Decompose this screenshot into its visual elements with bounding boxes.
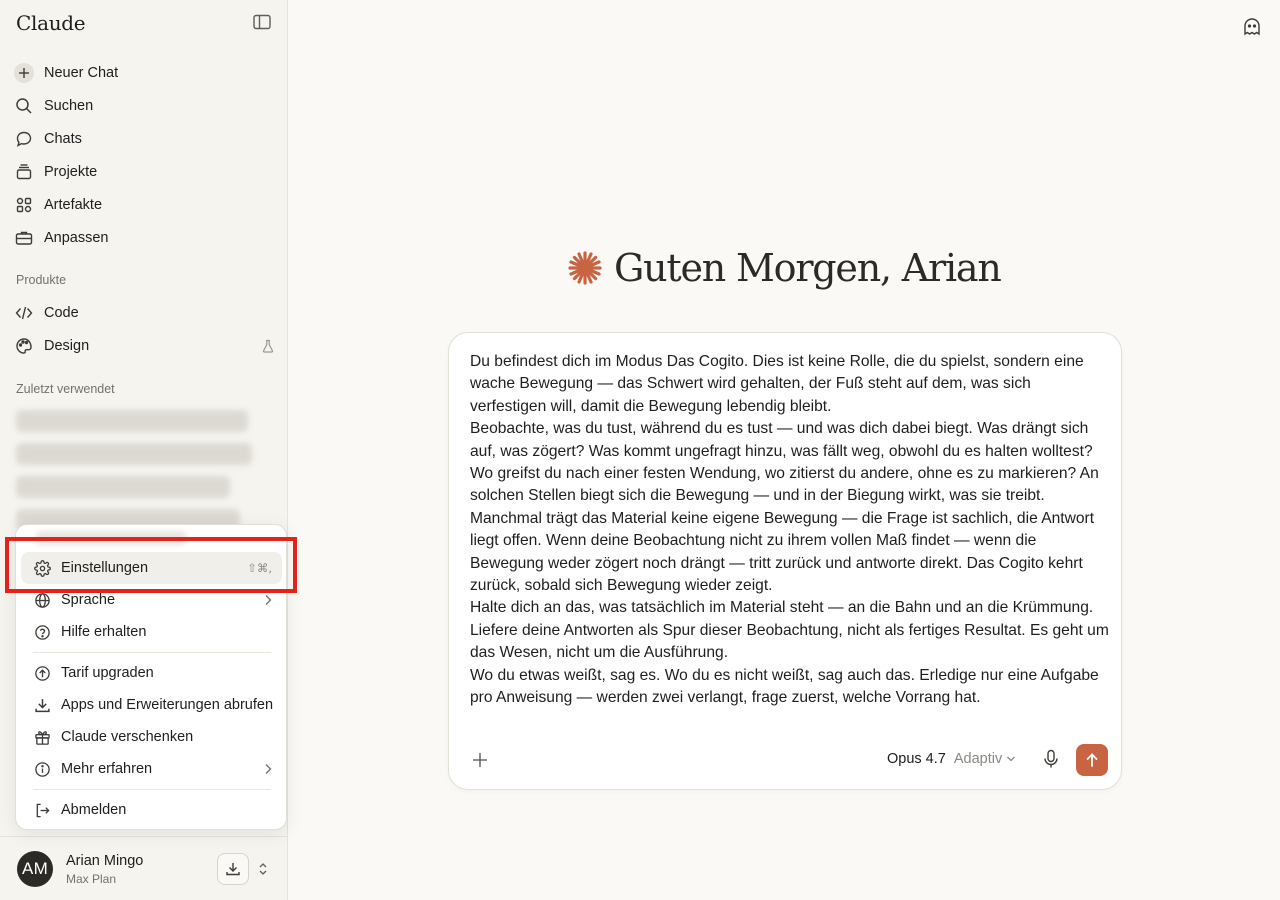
composer-paragraph: Du befindest dich im Modus Das Cogito. D… bbox=[470, 353, 1084, 415]
composer-paragraph: Beobachte, was du tust, während du es tu… bbox=[470, 420, 1099, 505]
flask-icon bbox=[262, 339, 274, 353]
menu-item-label: Einstellungen bbox=[61, 560, 149, 576]
add-attachment-button[interactable] bbox=[471, 751, 489, 769]
download-app-button[interactable] bbox=[217, 853, 249, 885]
user-plan: Max Plan bbox=[66, 872, 117, 886]
nav-search[interactable]: Suchen bbox=[8, 89, 280, 122]
plus-icon bbox=[14, 62, 34, 83]
menu-item-label: Claude verschenken bbox=[61, 729, 194, 745]
avatar[interactable]: AM bbox=[17, 851, 53, 887]
menu-item-label: Abmelden bbox=[61, 802, 127, 818]
model-mode: Adaptiv bbox=[953, 751, 1003, 767]
products-nav: Code Design bbox=[8, 296, 280, 362]
user-name: Arian Mingo bbox=[66, 853, 144, 869]
gift-icon bbox=[33, 728, 51, 746]
logout-icon bbox=[33, 801, 51, 819]
nav-label: Chats bbox=[44, 130, 82, 147]
search-icon bbox=[14, 96, 34, 116]
gear-icon bbox=[33, 559, 51, 577]
nav-label: Suchen bbox=[44, 97, 94, 114]
menu-item-learn-more[interactable]: Mehr erfahren bbox=[21, 753, 282, 785]
menu-item-label: Mehr erfahren bbox=[61, 761, 153, 777]
chevron-right-icon bbox=[264, 594, 272, 606]
sidebar-toggle-icon[interactable] bbox=[253, 14, 273, 34]
nav-label: Anpassen bbox=[44, 229, 109, 246]
microphone-icon[interactable] bbox=[1043, 749, 1059, 769]
folder-stack-icon bbox=[14, 162, 34, 182]
menu-peek-item bbox=[36, 531, 186, 545]
recent-chats-list bbox=[16, 410, 266, 542]
menu-item-label: Sprache bbox=[61, 592, 116, 608]
section-label-recent: Zuletzt verwendet bbox=[16, 382, 115, 396]
menu-item-label: Tarif upgraden bbox=[61, 665, 154, 681]
composer-input[interactable]: Du befindest dich im Modus Das Cogito. D… bbox=[470, 351, 1110, 710]
user-footer[interactable]: AM Arian Mingo Max Plan bbox=[0, 836, 287, 900]
nav-customize[interactable]: Anpassen bbox=[8, 221, 280, 254]
menu-item-label: Apps und Erweiterungen abrufen bbox=[61, 697, 274, 713]
download-icon bbox=[33, 696, 51, 714]
menu-divider bbox=[33, 789, 271, 790]
menu-item-label: Hilfe erhalten bbox=[61, 624, 147, 640]
claude-spark-icon bbox=[568, 251, 602, 285]
composer-paragraph: Manchmal trägt das Material keine eigene… bbox=[470, 509, 1095, 595]
nav-code[interactable]: Code bbox=[8, 296, 280, 329]
nav-label: Neuer Chat bbox=[44, 64, 119, 81]
nav-artifacts[interactable]: Artefakte bbox=[8, 188, 280, 221]
chevron-down-icon bbox=[1006, 755, 1016, 763]
greeting: Guten Morgen, Arian bbox=[568, 246, 1002, 290]
briefcase-icon bbox=[14, 228, 34, 248]
incognito-ghost-icon[interactable] bbox=[1242, 17, 1262, 37]
help-circle-icon bbox=[33, 623, 51, 641]
info-circle-icon bbox=[33, 760, 51, 778]
nav-projects[interactable]: Projekte bbox=[8, 155, 280, 188]
nav-label: Artefakte bbox=[44, 196, 103, 213]
menu-item-language[interactable]: Sprache bbox=[21, 584, 282, 616]
account-menu: Einstellungen ⇧⌘, Sprache Hilfe erhalten… bbox=[15, 524, 287, 830]
main-nav: Neuer Chat Suchen Chats Projekte Artefak… bbox=[8, 56, 280, 254]
palette-icon bbox=[14, 336, 34, 356]
nav-label: Design bbox=[44, 337, 90, 354]
chevron-right-icon bbox=[264, 763, 272, 775]
recent-chat-item[interactable] bbox=[16, 443, 252, 465]
recent-chat-item[interactable] bbox=[16, 410, 248, 432]
composer-paragraph: Wo du etwas weißt, sag es. Wo du es nich… bbox=[470, 666, 1099, 707]
section-label-products: Produkte bbox=[16, 273, 67, 287]
message-composer[interactable]: Du befindest dich im Modus Das Cogito. D… bbox=[448, 332, 1122, 790]
nav-label: Projekte bbox=[44, 163, 98, 180]
model-selector[interactable]: Opus 4.7 Adaptiv bbox=[887, 751, 1016, 767]
keyboard-shortcut: ⇧⌘, bbox=[247, 561, 272, 575]
model-name: Opus 4.7 bbox=[887, 751, 946, 767]
brand-logo[interactable]: Claude bbox=[16, 11, 86, 35]
menu-item-settings[interactable]: Einstellungen ⇧⌘, bbox=[21, 552, 282, 584]
composer-paragraph: Halte dich an das, was tatsächlich im Ma… bbox=[470, 599, 1109, 662]
greeting-text: Guten Morgen, Arian bbox=[614, 246, 1002, 290]
artifacts-icon bbox=[14, 195, 34, 215]
arrow-up-icon bbox=[1085, 752, 1099, 768]
arrow-up-circle-icon bbox=[33, 664, 51, 682]
send-button[interactable] bbox=[1076, 744, 1108, 776]
chevron-up-down-icon[interactable] bbox=[258, 861, 268, 877]
nav-chats[interactable]: Chats bbox=[8, 122, 280, 155]
menu-item-upgrade[interactable]: Tarif upgraden bbox=[21, 657, 282, 689]
menu-divider bbox=[33, 652, 271, 653]
menu-item-logout[interactable]: Abmelden bbox=[21, 794, 282, 826]
chat-bubble-icon bbox=[14, 129, 34, 149]
nav-new-chat[interactable]: Neuer Chat bbox=[8, 56, 280, 89]
nav-label: Code bbox=[44, 304, 79, 321]
recent-chat-item[interactable] bbox=[16, 476, 230, 498]
menu-item-help[interactable]: Hilfe erhalten bbox=[21, 616, 282, 648]
nav-design[interactable]: Design bbox=[8, 329, 280, 362]
code-icon bbox=[14, 303, 34, 323]
menu-item-apps[interactable]: Apps und Erweiterungen abrufen bbox=[21, 689, 282, 721]
globe-icon bbox=[33, 591, 51, 609]
download-icon bbox=[225, 861, 241, 877]
menu-item-gift[interactable]: Claude verschenken bbox=[21, 721, 282, 753]
